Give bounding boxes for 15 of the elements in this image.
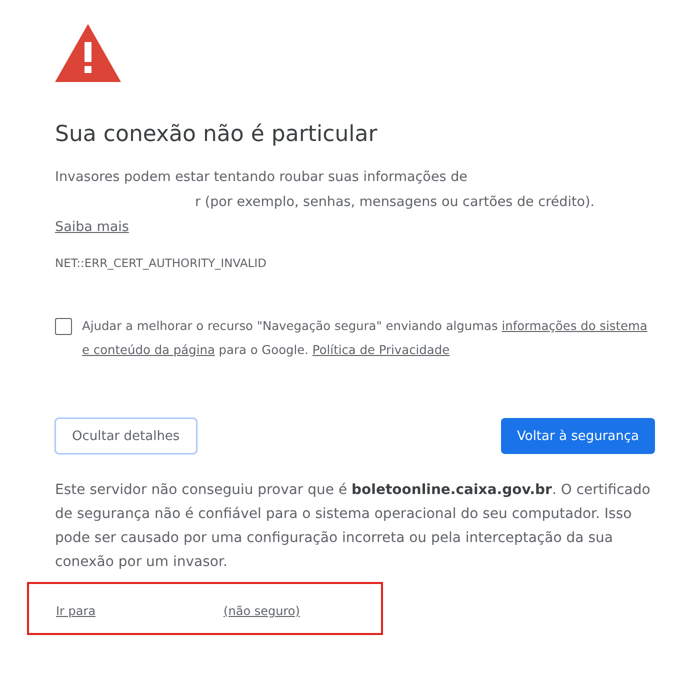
warning-icon (55, 24, 121, 82)
hide-details-button[interactable]: Ocultar detalhes (55, 418, 197, 454)
error-code: NET::ERR_CERT_AUTHORITY_INVALID (55, 256, 268, 270)
page-heading: Sua conexão não é particular (55, 122, 378, 147)
learn-more-link[interactable]: Saiba mais (55, 215, 129, 240)
back-to-safety-button[interactable]: Voltar à segurança (500, 418, 655, 454)
intro-text: r (por exemplo, senhas, mensagens ou cartões de crédito). (195, 193, 595, 212)
system-info-link[interactable]: e conteúdo da página (82, 343, 215, 357)
proceed-link[interactable]: Ir para (não seguro) (56, 604, 300, 618)
privacy-link[interactable]: Política de Privacidade (312, 343, 450, 357)
system-info-link[interactable]: informações do sistema (502, 319, 648, 333)
checkbox[interactable] (55, 318, 72, 335)
intro-text: Invasores podem estar tentando roubar suas informações de (55, 168, 468, 187)
details-text: Este servidor não conseguiu provar que é boletoonline.caixa.gov.br. O certificado de segurança não é confiável para o sistema operacional do seu computador. Isso pode ser causado por uma configuração incorreta ou pela interceptação da sua conexão por um invasor. (55, 481, 652, 572)
opt-in-text: Ajudar a melhorar o recurso "Navegação segura" enviando algumas informações do sistema e conteúdo da página para o Google. Política de Privacidade (82, 318, 648, 359)
